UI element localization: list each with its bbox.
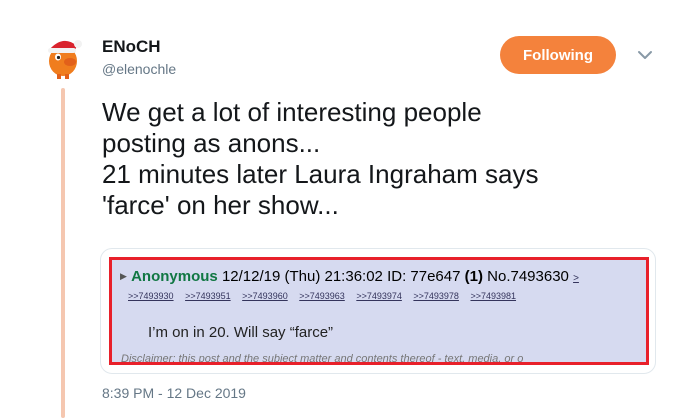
tweet-text: We get a lot of interesting people posti… [102,97,662,221]
thread-line [61,88,65,418]
backlink: >>7493951 [185,291,231,301]
tweet-text-line: 21 minutes later Laura Ingraham says [102,159,539,189]
following-button[interactable]: Following [500,36,616,74]
post-id: ID: 77e647 [387,268,461,285]
post-datetime: 12/12/19 (Thu) 21:36:02 [221,268,383,285]
backlink: >>7493974 [356,291,402,301]
post-disclaimer: Disclaimer: this post and the subject ma… [121,353,524,365]
post-number: No.7493630 [487,268,569,285]
author-display-name[interactable]: ENoCH [102,37,161,57]
backlink: >>7493978 [413,291,459,301]
tweet-text-line: We get a lot of interesting people [102,97,482,127]
post-id-count: (1) [464,268,483,285]
board-post-screenshot: ▶ Anonymous 12/12/19 (Thu) 21:36:02 ID: … [109,257,649,365]
tweet-text-line: 'farce' on her show... [102,190,339,220]
tweet-timestamp[interactable]: 8:39 PM - 12 Dec 2019 [102,385,246,401]
author-avatar[interactable] [38,30,88,80]
backlink: >>7493963 [299,291,345,301]
author-handle[interactable]: @elenochle [102,61,176,77]
post-header: ▶ Anonymous 12/12/19 (Thu) 21:36:02 ID: … [120,268,579,285]
post-backlinks: >>7493930 >>7493951 >>7493960 >>7493963 … [128,291,525,301]
post-body: I’m on in 20. Will say “farce” [148,324,334,341]
post-forward-link: > [573,273,579,284]
post-author-name: Anonymous [131,268,218,285]
backlink: >>7493930 [128,291,174,301]
chevron-down-icon[interactable] [636,46,654,64]
tweet-media-image[interactable]: ▶ Anonymous 12/12/19 (Thu) 21:36:02 ID: … [100,248,656,374]
expand-arrow-icon: ▶ [120,271,127,281]
tweet-text-line: posting as anons... [102,128,321,158]
backlink: >>7493981 [470,291,517,301]
backlink: >>7493960 [242,291,288,301]
